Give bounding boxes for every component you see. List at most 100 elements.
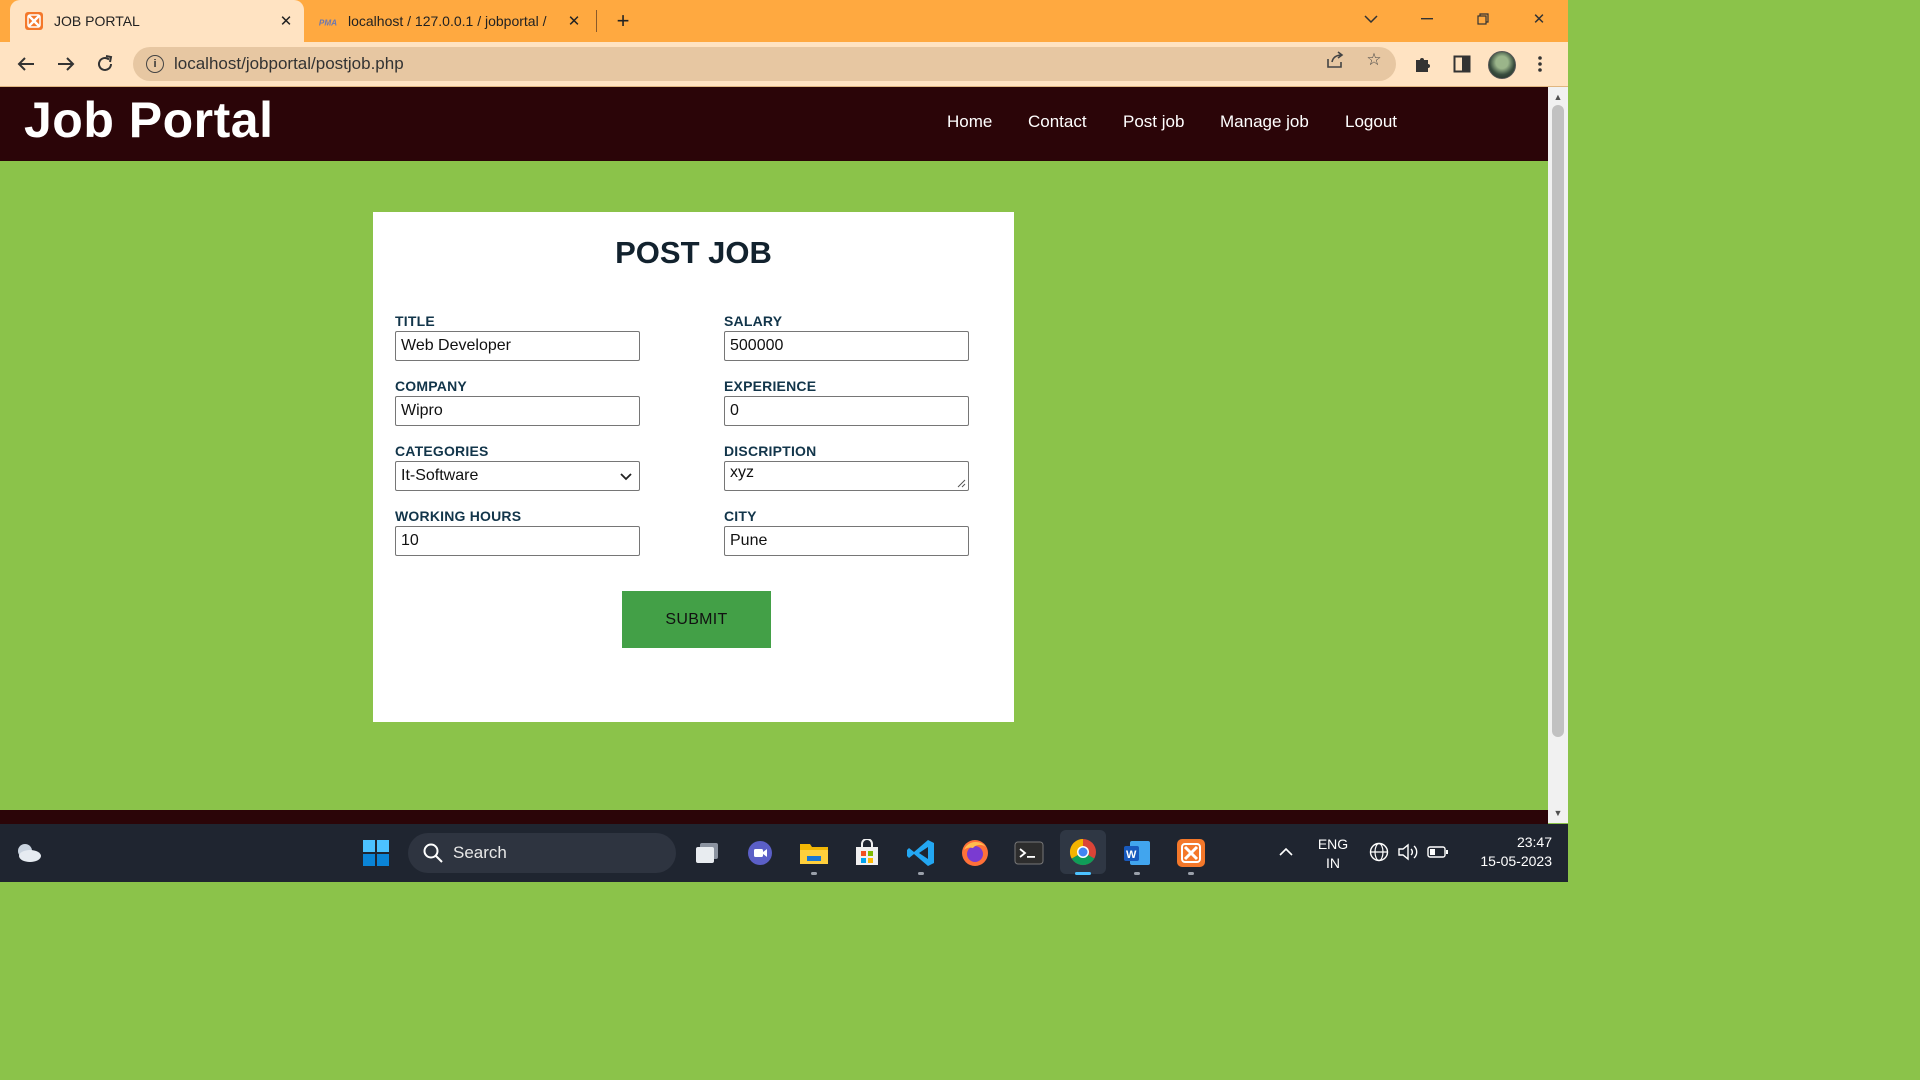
running-indicator [1188, 872, 1194, 875]
weather-cloud-icon[interactable] [11, 836, 45, 870]
salary-label: SALARY [724, 313, 783, 329]
title-value: Web Developer [401, 337, 511, 354]
form-heading: POST JOB [615, 235, 772, 270]
city-value: Pune [730, 532, 768, 549]
chevron-down-icon [620, 468, 632, 484]
restore-icon[interactable] [1468, 6, 1498, 32]
svg-text:PMA: PMA [319, 19, 337, 28]
active-app-indicator [1075, 872, 1091, 875]
battery-icon[interactable] [1427, 841, 1449, 863]
submit-button[interactable]: SUBMIT [622, 591, 771, 648]
categories-label: CATEGORIES [395, 443, 489, 459]
tab-phpmyadmin[interactable]: PMA localhost / 127.0.0.1 / jobportal / … [312, 0, 592, 42]
vscode-icon[interactable] [904, 836, 938, 870]
taskbar-search[interactable]: Search [408, 833, 676, 873]
xampp-taskbar-icon[interactable] [1174, 836, 1208, 870]
nav-home[interactable]: Home [947, 112, 992, 132]
description-label: DISCRIPTION [724, 443, 817, 459]
clock-time: 23:47 [1516, 834, 1552, 850]
share-icon[interactable] [1324, 50, 1346, 70]
side-panel-icon[interactable] [1450, 52, 1474, 76]
working-hours-label: WORKING HOURS [395, 508, 522, 524]
scroll-up-arrow-icon[interactable]: ▲ [1548, 89, 1568, 105]
running-indicator [1134, 872, 1140, 875]
region-code: IN [1326, 855, 1340, 871]
company-input[interactable]: Wipro [395, 396, 640, 426]
url-text: localhost/jobportal/postjob.php [174, 54, 404, 73]
tab-separator [596, 10, 597, 32]
description-value: xyz [730, 464, 754, 481]
categories-select[interactable]: It-Software [395, 461, 640, 491]
experience-value: 0 [730, 402, 739, 419]
site-footer [0, 810, 1548, 824]
volume-icon[interactable] [1397, 841, 1419, 863]
post-job-form: POST JOB TITLE Web Developer SALARY 5000… [373, 212, 1014, 722]
language-indicator[interactable]: ENG IN [1314, 835, 1352, 873]
working-hours-value: 10 [401, 532, 419, 549]
nav-contact[interactable]: Contact [1028, 112, 1087, 132]
page-scrollbar[interactable]: ▲ ▼ [1548, 87, 1568, 823]
title-input[interactable]: Web Developer [395, 331, 640, 361]
salary-value: 500000 [730, 337, 784, 354]
scroll-thumb[interactable] [1552, 105, 1564, 737]
word-icon[interactable]: W [1120, 836, 1154, 870]
nav-logout[interactable]: Logout [1345, 112, 1397, 132]
resize-handle-icon[interactable] [957, 479, 966, 488]
file-explorer-icon[interactable] [797, 836, 831, 870]
network-globe-icon[interactable] [1368, 841, 1390, 863]
phpmyadmin-icon: PMA [318, 11, 338, 31]
new-tab-icon[interactable]: + [610, 8, 636, 34]
forward-arrow-icon[interactable] [52, 50, 80, 78]
extensions-puzzle-icon[interactable] [1411, 52, 1435, 76]
tab-title: JOB PORTAL [54, 13, 140, 29]
categories-value: It-Software [401, 467, 479, 484]
task-view-icon[interactable] [690, 836, 724, 870]
site-info-icon[interactable]: i [146, 55, 164, 73]
menu-kebab-icon[interactable] [1528, 52, 1552, 76]
city-input[interactable]: Pune [724, 526, 969, 556]
running-indicator [811, 872, 817, 875]
close-window-icon[interactable]: ✕ [1524, 6, 1554, 32]
running-indicator [918, 872, 924, 875]
title-label: TITLE [395, 313, 435, 329]
company-label: COMPANY [395, 378, 467, 394]
profile-avatar[interactable] [1488, 51, 1516, 79]
nav-manage-job[interactable]: Manage job [1220, 112, 1309, 132]
site-logo[interactable]: Job Portal [24, 91, 273, 149]
bookmark-star-icon[interactable]: ☆ [1363, 50, 1385, 70]
language-code: ENG [1317, 836, 1349, 852]
description-textarea[interactable]: xyz [724, 461, 969, 491]
windows-taskbar: Search W ENG IN 23:47 15-05-2023 [0, 824, 1568, 882]
search-icon [422, 842, 444, 864]
scroll-down-arrow-icon[interactable]: ▼ [1548, 805, 1568, 821]
experience-label: EXPERIENCE [724, 378, 817, 394]
nav-post-job[interactable]: Post job [1123, 112, 1184, 132]
working-hours-input[interactable]: 10 [395, 526, 640, 556]
chrome-taskbar-icon[interactable] [1060, 830, 1106, 874]
tab-title: localhost / 127.0.0.1 / jobportal / [348, 13, 547, 29]
tab-job-portal[interactable]: JOB PORTAL ✕ [10, 0, 304, 42]
firefox-icon[interactable] [958, 836, 992, 870]
back-arrow-icon[interactable] [12, 50, 40, 78]
chevron-up-icon[interactable] [1275, 841, 1297, 863]
minimize-icon[interactable] [1412, 6, 1442, 32]
clock-date: 15-05-2023 [1480, 853, 1552, 869]
close-tab-icon[interactable]: ✕ [562, 9, 586, 33]
address-bar[interactable]: i localhost/jobportal/postjob.php [133, 47, 1396, 81]
search-label: Search [453, 843, 507, 862]
teams-chat-icon[interactable] [743, 836, 777, 870]
reload-icon[interactable] [91, 50, 119, 78]
site-header: Job Portal Home Contact Post job Manage … [0, 87, 1548, 161]
clock[interactable]: 23:47 15-05-2023 [1462, 833, 1552, 871]
svg-text:W: W [1126, 849, 1137, 861]
salary-input[interactable]: 500000 [724, 331, 969, 361]
microsoft-store-icon[interactable] [850, 836, 884, 870]
windows-start-icon[interactable] [359, 836, 393, 870]
experience-input[interactable]: 0 [724, 396, 969, 426]
company-value: Wipro [401, 402, 443, 419]
close-tab-icon[interactable]: ✕ [274, 9, 298, 33]
terminal-icon[interactable] [1012, 836, 1046, 870]
city-label: CITY [724, 508, 757, 524]
tab-search-icon[interactable] [1356, 6, 1386, 32]
browser-tab-strip: JOB PORTAL ✕ PMA localhost / 127.0.0.1 /… [0, 0, 1568, 42]
